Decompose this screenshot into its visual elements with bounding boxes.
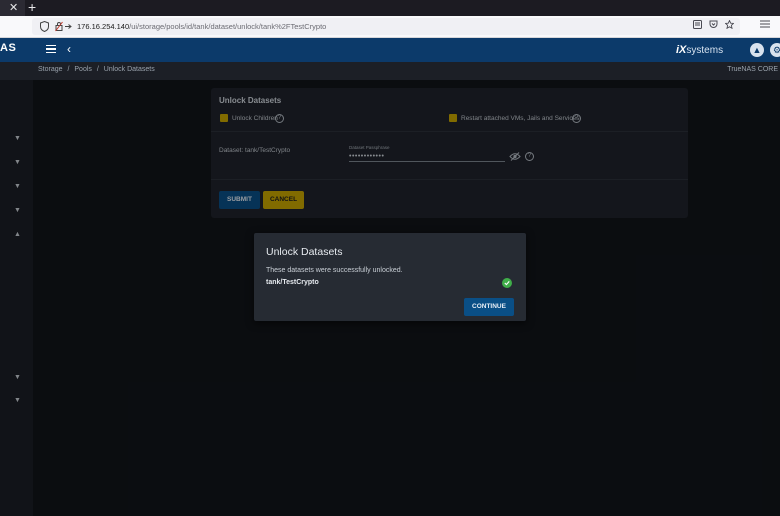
breadcrumb-bar: Storage / Pools / Unlock Datasets TrueNA… [0, 62, 780, 80]
shield-icon[interactable] [40, 21, 49, 32]
url-path: /ui/storage/pools/id/tank/dataset/unlock… [129, 22, 327, 31]
url-actions [693, 19, 735, 33]
settings-icon[interactable]: ⚙ [770, 43, 780, 57]
ix-systems-logo: iXsystems [676, 43, 723, 58]
url-host: 176.16.254.140 [77, 22, 130, 31]
new-tab-icon[interactable]: + [28, 0, 36, 15]
product-name: TrueNAS CORE [727, 66, 778, 73]
check-circle-icon [502, 278, 512, 288]
breadcrumb-storage[interactable]: Storage [38, 66, 63, 73]
ix-logo-text: systems [686, 45, 724, 56]
tab-close-icon[interactable]: ✕ [9, 1, 18, 15]
ix-logo-mark: iX [676, 44, 687, 56]
bookmark-star-icon[interactable] [724, 19, 735, 33]
breadcrumb-separator: / [67, 66, 70, 73]
url-bar[interactable]: 176.16.254.140/ui/storage/pools/id/tank/… [32, 18, 740, 35]
browser-menu-icon[interactable] [760, 20, 770, 31]
browser-nav-bar: 176.16.254.140/ui/storage/pools/id/tank/… [0, 16, 780, 38]
breadcrumb: Storage / Pools / Unlock Datasets [38, 66, 158, 73]
lock-warning-icon[interactable] [55, 21, 73, 32]
continue-button[interactable]: CONTINUE [464, 298, 514, 316]
browser-tab-bar: ✕ + [0, 0, 780, 16]
dialog-message: These datasets were successfully unlocke… [266, 267, 403, 274]
breadcrumb-pools[interactable]: Pools [74, 66, 92, 73]
hamburger-menu-icon[interactable] [46, 45, 56, 54]
dialog-dataset: tank/TestCrypto [266, 279, 319, 286]
reader-view-icon[interactable] [693, 20, 702, 33]
breadcrumb-current: Unlock Datasets [103, 66, 155, 73]
chevron-left-icon[interactable]: ‹ [67, 41, 71, 57]
dialog-title: Unlock Datasets [266, 246, 343, 258]
url-text[interactable]: 176.16.254.140/ui/storage/pools/id/tank/… [77, 21, 326, 32]
app-header: AS ‹ iXsystems ▲ ⚙ [0, 38, 780, 62]
breadcrumb-separator: / [96, 66, 99, 73]
unlock-success-dialog: Unlock Datasets These datasets were succ… [254, 233, 526, 321]
brand-logo: AS [0, 42, 17, 54]
truenas-icon[interactable]: ▲ [750, 43, 764, 57]
pocket-icon[interactable] [709, 20, 718, 33]
